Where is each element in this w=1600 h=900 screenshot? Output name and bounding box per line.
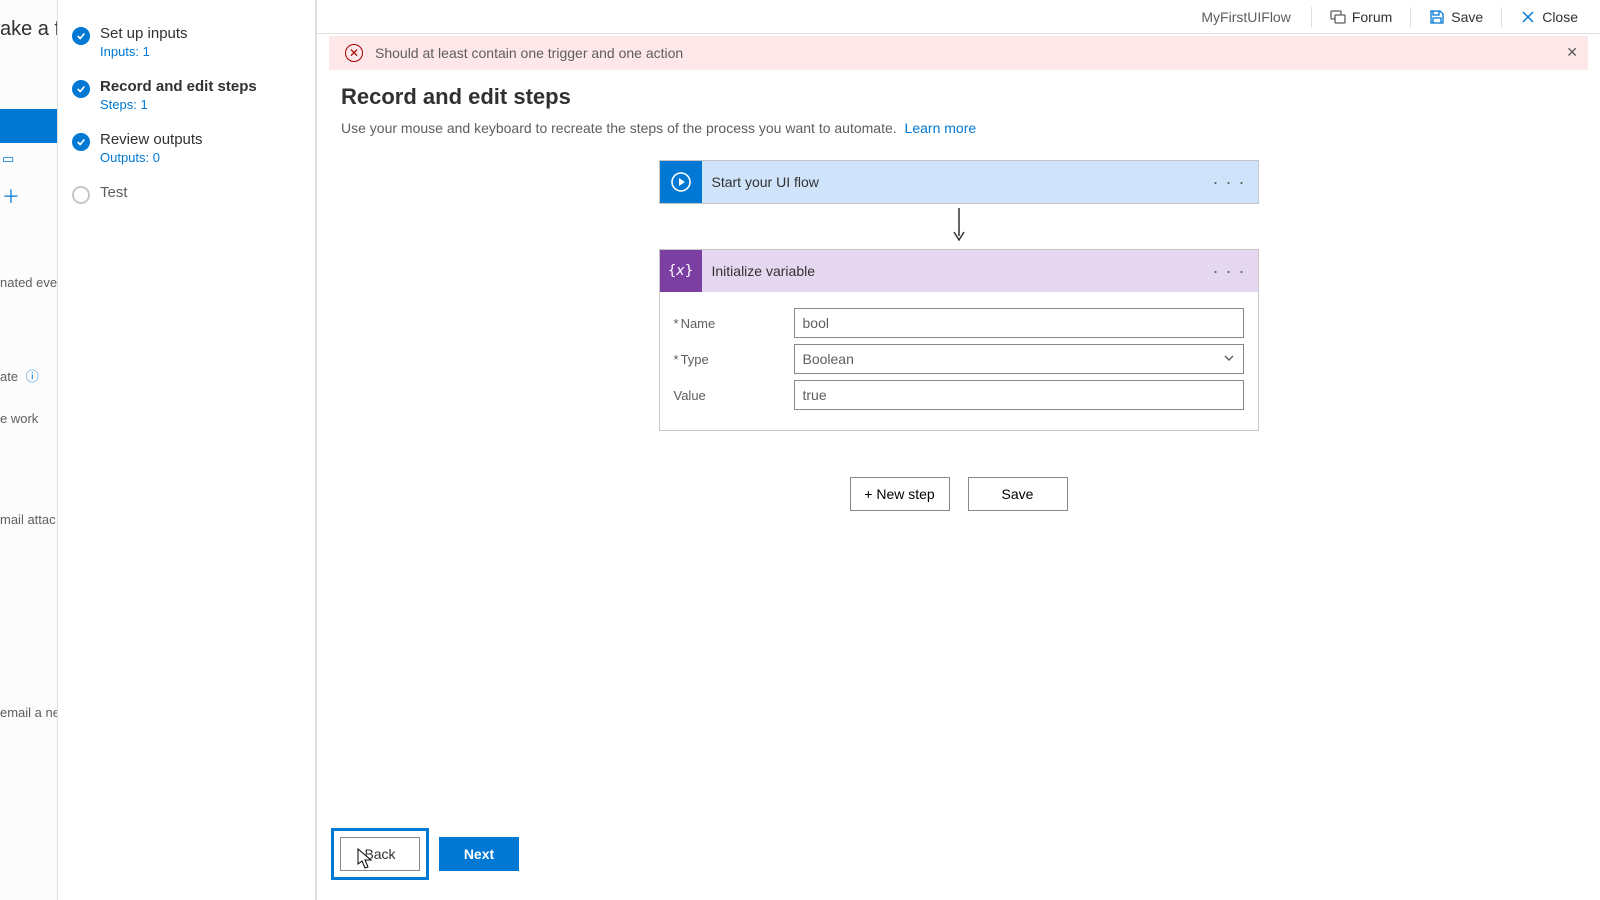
step-2-title: Record and edit steps (100, 78, 257, 95)
designer-scroll[interactable]: Record and edit steps Use your mouse and… (317, 70, 1600, 900)
step-review-outputs[interactable]: Review outputs Outputs: 0 (58, 126, 315, 179)
back-button[interactable]: Back (340, 837, 420, 871)
bg-frag-4: mail attac (0, 512, 57, 527)
banner-close-icon[interactable]: ✕ (1566, 44, 1578, 61)
start-flow-header[interactable]: Start your UI flow · · · (660, 161, 1258, 203)
toolbar-separator (1311, 7, 1312, 27)
bg-frag-2: ate (0, 369, 18, 384)
save-label: Save (1451, 9, 1483, 25)
close-icon (1520, 9, 1536, 25)
close-button[interactable]: Close (1512, 5, 1586, 29)
new-step-button[interactable]: + New step (850, 477, 950, 511)
page-description-text: Use your mouse and keyboard to recreate … (341, 120, 897, 136)
step-check-icon (72, 27, 90, 45)
field-row-value: Value (674, 380, 1244, 410)
wizard-step-panel: Set up inputs Inputs: 1 Record and edit … (58, 0, 316, 900)
step-1-sub: Inputs: 1 (100, 44, 188, 59)
obscured-background: ake a flo ▭ ＋ nated even ate ⓘ e work ma… (0, 0, 58, 900)
value-label: Value (674, 388, 794, 403)
step-2-sub: Steps: 1 (100, 97, 257, 112)
toolbar-separator (1501, 7, 1502, 27)
step-check-icon (72, 133, 90, 151)
bg-icon-box: ▭ (0, 143, 57, 175)
init-variable-label: Initialize variable (702, 263, 816, 279)
close-label: Close (1542, 9, 1578, 25)
variable-icon: {x} (660, 250, 702, 292)
init-variable-header[interactable]: {x} Initialize variable · · · (660, 250, 1258, 292)
page-description: Use your mouse and keyboard to recreate … (341, 120, 1576, 136)
start-flow-card[interactable]: Start your UI flow · · · (659, 160, 1259, 204)
step-3-sub: Outputs: 0 (100, 150, 203, 165)
chevron-down-icon (1223, 351, 1235, 367)
flow-canvas: Start your UI flow · · · {x} Initialize … (341, 160, 1576, 511)
start-flow-label: Start your UI flow (702, 174, 819, 190)
type-label: *Type (674, 352, 794, 367)
wizard-footer: Back Next (331, 828, 519, 880)
forum-button[interactable]: Forum (1322, 5, 1400, 29)
bg-frag-3: e work (0, 411, 57, 426)
name-label: *Name (674, 316, 794, 331)
forum-label: Forum (1352, 9, 1392, 25)
init-variable-body: *Name *Type Boolean Value (660, 292, 1258, 430)
step-4-title: Test (100, 184, 128, 201)
start-flow-menu-icon[interactable]: · · · (1213, 172, 1246, 193)
save-icon (1429, 9, 1445, 25)
canvas-button-row: + New step Save (850, 477, 1068, 511)
init-variable-card[interactable]: {x} Initialize variable · · · *Name *Typ… (659, 249, 1259, 431)
save-button[interactable]: Save (1421, 5, 1491, 29)
step-setup-inputs[interactable]: Set up inputs Inputs: 1 (58, 20, 315, 73)
bg-highlight (0, 109, 58, 143)
forum-icon (1330, 9, 1346, 25)
step-3-title: Review outputs (100, 131, 203, 148)
step-check-icon (72, 80, 90, 98)
error-icon: ✕ (345, 44, 363, 62)
canvas-save-button[interactable]: Save (968, 477, 1068, 511)
back-button-highlight: Back (331, 828, 429, 880)
field-row-type: *Type Boolean (674, 344, 1244, 374)
info-icon: ⓘ (26, 369, 39, 384)
name-input[interactable] (794, 308, 1244, 338)
top-toolbar: MyFirstUIFlow Forum Save Close (317, 0, 1600, 34)
page-heading: Record and edit steps (341, 84, 1576, 110)
connector-arrow-icon (950, 208, 968, 245)
bg-frag-5: email a ne (0, 705, 57, 720)
learn-more-link[interactable]: Learn more (905, 120, 977, 136)
next-button[interactable]: Next (439, 837, 519, 871)
flow-name: MyFirstUIFlow (1201, 9, 1300, 25)
init-variable-menu-icon[interactable]: · · · (1213, 261, 1246, 282)
error-text: Should at least contain one trigger and … (375, 45, 683, 61)
toolbar-separator (1410, 7, 1411, 27)
bg-plus-icon: ＋ (0, 175, 57, 217)
error-banner: ✕ Should at least contain one trigger an… (329, 36, 1588, 70)
value-input[interactable] (794, 380, 1244, 410)
bg-frag-1: nated even (0, 257, 57, 290)
type-select[interactable]: Boolean (794, 344, 1244, 374)
step-test[interactable]: Test (58, 179, 315, 218)
type-value: Boolean (803, 351, 854, 367)
step-empty-icon (72, 186, 90, 204)
main-area: MyFirstUIFlow Forum Save Close ✕ Should … (316, 0, 1600, 900)
field-row-name: *Name (674, 308, 1244, 338)
step-record-edit[interactable]: Record and edit steps Steps: 1 (58, 73, 315, 126)
bg-title-fragment: ake a flo (0, 0, 57, 41)
step-1-title: Set up inputs (100, 25, 188, 42)
play-icon (660, 161, 702, 203)
